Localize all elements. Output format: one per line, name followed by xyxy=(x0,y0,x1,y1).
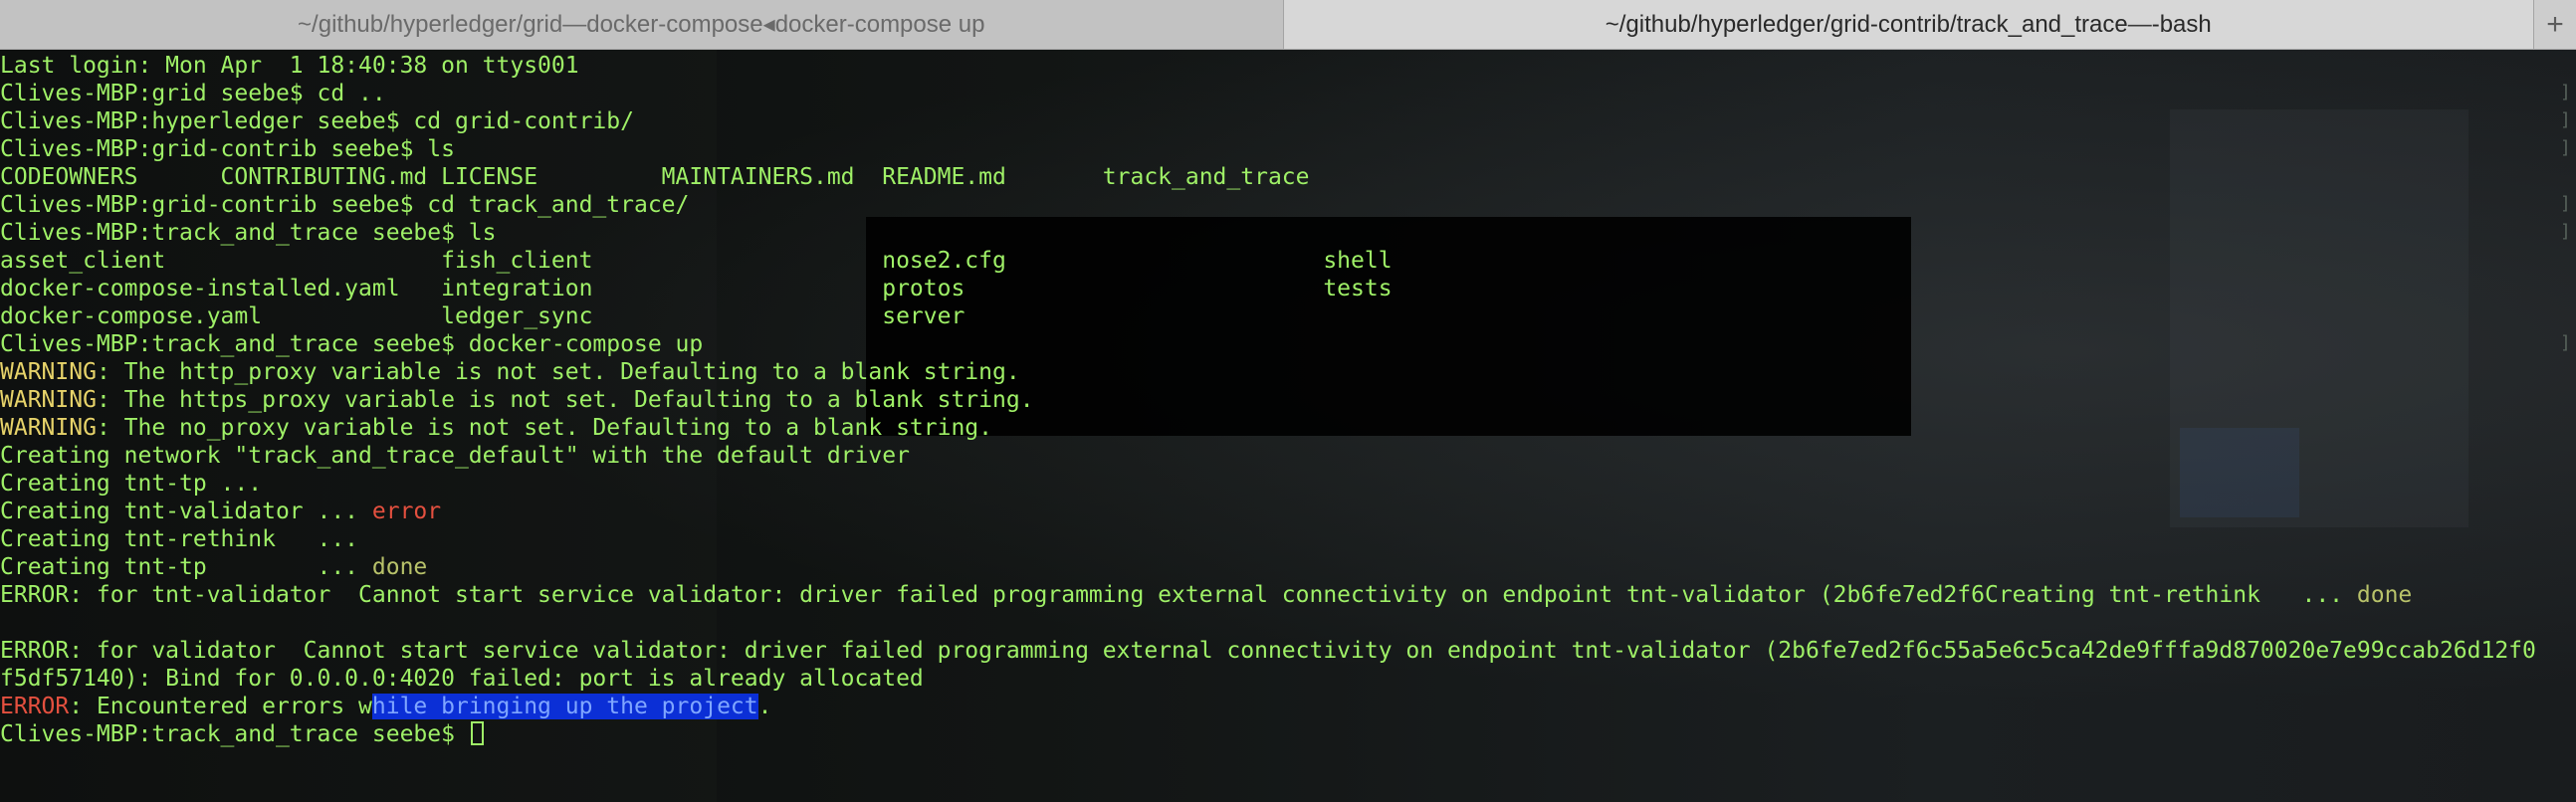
tab-title-path: ~/github/hyperledger/grid-contrib/track_… xyxy=(1605,10,2128,38)
prompt-line: Clives-MBP:grid-contrib seebe$ ls xyxy=(0,136,455,162)
terminal-output[interactable]: ] ] ] ] ] ] Last login: Mon Apr 1 18:40:… xyxy=(0,50,2576,802)
ls-output-line: docker-compose-installed.yaml integratio… xyxy=(0,276,1393,301)
prompt-line: Clives-MBP:track_and_trace seebe$ docker… xyxy=(0,331,704,357)
network-line: Creating network "track_and_trace_defaul… xyxy=(0,443,910,469)
warning-line: WARNING: The no_proxy variable is not se… xyxy=(0,414,2536,442)
tab-title-path: ~/github/hyperledger/grid xyxy=(298,10,563,38)
warning-text: : The https_proxy variable is not set. D… xyxy=(96,387,1034,413)
mark-bracket-icon: ] xyxy=(2560,137,2571,158)
creating-line: Creating tnt-tp ... done xyxy=(0,553,2536,581)
tab-title-process: -bash xyxy=(2151,10,2212,38)
error-summary-end: . xyxy=(757,694,772,719)
tab-title-arrow: ◂ xyxy=(762,11,775,38)
error-summary-line: ERROR: Encountered errors while bringing… xyxy=(0,693,2536,720)
mark-bracket-icon: ] xyxy=(2560,332,2571,353)
prompt-line: Clives-MBP:track_and_trace seebe$ ls xyxy=(0,220,497,246)
creating-text: Creating tnt-validator ... xyxy=(0,499,372,524)
ls-output-line: asset_client fish_client nose2.cfg shell xyxy=(0,248,1393,274)
mark-bracket-icon: ] xyxy=(2560,109,2571,130)
terminal-lines: Last login: Mon Apr 1 18:40:38 on ttys00… xyxy=(0,52,2536,748)
warning-text: : The no_proxy variable is not set. Defa… xyxy=(96,415,993,441)
mark-bracket-icon: ] xyxy=(2560,82,2571,102)
error-line-continued: f5df57140): Bind for 0.0.0.0:4020 failed… xyxy=(0,666,924,692)
tab-track-and-trace-bash[interactable]: ~/github/hyperledger/grid-contrib/track_… xyxy=(1283,0,2534,49)
prompt-line: Clives-MBP:hyperledger seebe$ cd grid-co… xyxy=(0,108,634,134)
warning-label: WARNING xyxy=(0,359,97,385)
warning-line: WARNING: The http_proxy variable is not … xyxy=(0,358,2536,386)
ls-output-line: docker-compose.yaml ledger_sync server xyxy=(0,303,966,329)
ls-output-line: CODEOWNERS CONTRIBUTING.md LICENSE MAINT… xyxy=(0,164,1310,190)
tab-title-process: docker-compose xyxy=(586,10,763,38)
warning-label: WARNING xyxy=(0,387,97,413)
tab-bar: ~/github/hyperledger/grid — docker-compo… xyxy=(0,0,2576,50)
warning-label: WARNING xyxy=(0,415,97,441)
error-line: ERROR: for tnt-validator Cannot start se… xyxy=(0,581,2536,609)
prompt-line: Clives-MBP:grid-contrib seebe$ cd track_… xyxy=(0,192,690,218)
status-done: done xyxy=(2356,582,2413,608)
cursor-icon xyxy=(470,721,484,745)
prompt-line-current[interactable]: Clives-MBP:track_and_trace seebe$ xyxy=(0,720,2536,748)
status-error: error xyxy=(371,499,442,524)
status-done: done xyxy=(371,554,428,580)
error-line: ERROR: for validator Cannot start servic… xyxy=(0,638,2536,664)
tab-grid-docker-compose[interactable]: ~/github/hyperledger/grid — docker-compo… xyxy=(0,0,1284,49)
creating-line: Creating tnt-rethink ... xyxy=(0,526,359,552)
tab-title-command: docker-compose up xyxy=(774,10,985,38)
tab-title-separator: — xyxy=(2127,10,2152,38)
new-tab-button[interactable]: + xyxy=(2533,0,2576,49)
mark-bracket-icon: ] xyxy=(2560,221,2571,242)
warning-text: : The http_proxy variable is not set. De… xyxy=(96,359,1020,385)
prompt-text: Clives-MBP:track_and_trace seebe$ xyxy=(0,721,469,747)
creating-text: Creating tnt-tp ... xyxy=(0,554,372,580)
tab-title-separator: — xyxy=(562,10,587,38)
login-line: Last login: Mon Apr 1 18:40:38 on ttys00… xyxy=(0,53,579,79)
creating-line: Creating tnt-validator ... error xyxy=(0,498,2536,525)
error-summary-text: : Encountered errors w xyxy=(69,694,372,719)
error-text: ERROR: for tnt-validator Cannot start se… xyxy=(0,582,2357,608)
prompt-line: Clives-MBP:grid seebe$ cd .. xyxy=(0,81,386,106)
error-label: ERROR xyxy=(0,694,70,719)
creating-line: Creating tnt-tp ... xyxy=(0,471,263,497)
selected-text[interactable]: hile bringing up the project xyxy=(371,694,758,719)
warning-line: WARNING: The https_proxy variable is not… xyxy=(0,386,2536,414)
mark-bracket-icon: ] xyxy=(2560,193,2571,214)
